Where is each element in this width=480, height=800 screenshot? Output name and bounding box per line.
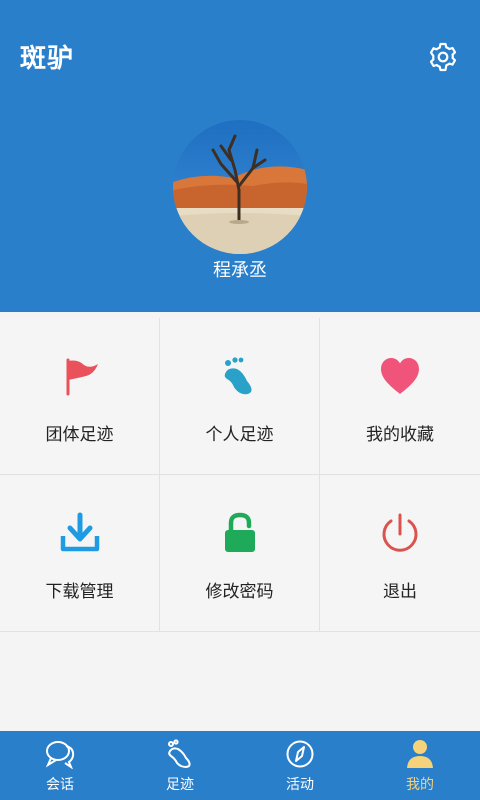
nav-label: 会话	[46, 777, 74, 793]
profile-menu-grid: 团体足迹 个人足迹 我的收藏 下载管理 修改密码 退出	[0, 318, 480, 632]
chat-icon	[44, 738, 76, 770]
avatar[interactable]	[173, 120, 307, 254]
user-icon	[404, 738, 436, 770]
flag-icon	[58, 354, 102, 398]
compass-icon	[284, 738, 316, 770]
menu-downloads[interactable]: 下载管理	[0, 475, 160, 632]
menu-group-footprints[interactable]: 团体足迹	[0, 318, 160, 475]
avatar-photo	[173, 120, 307, 254]
menu-logout[interactable]: 退出	[320, 475, 480, 632]
nav-label: 活动	[286, 777, 314, 793]
power-icon	[378, 511, 422, 555]
lock-icon	[218, 511, 262, 555]
menu-label: 我的收藏	[366, 425, 434, 445]
menu-label: 退出	[383, 582, 417, 602]
nav-tab-mine[interactable]: 我的	[360, 731, 480, 800]
menu-label: 下载管理	[45, 582, 114, 602]
menu-label: 个人足迹	[205, 425, 274, 445]
menu-favorites[interactable]: 我的收藏	[320, 318, 480, 475]
nav-label: 我的	[406, 777, 434, 793]
nav-tab-chat[interactable]: 会话	[0, 731, 120, 800]
bottom-nav: 会话 足迹 活动 我的	[0, 731, 480, 800]
app-logo: 斑驴	[20, 44, 75, 74]
menu-label: 团体足迹	[45, 425, 114, 445]
gear-icon	[429, 42, 457, 72]
settings-button[interactable]	[424, 38, 462, 76]
footprint-nav-icon	[164, 738, 196, 770]
menu-label: 修改密码	[205, 582, 274, 602]
nav-label: 足迹	[166, 777, 194, 793]
footprint-icon	[218, 354, 262, 398]
menu-change-password[interactable]: 修改密码	[160, 475, 320, 632]
nav-tab-activity[interactable]: 活动	[240, 731, 360, 800]
username: 程承丞	[213, 260, 267, 281]
heart-icon	[378, 354, 422, 398]
profile-header: 斑驴 程承丞	[0, 0, 480, 312]
nav-tab-footprints[interactable]: 足迹	[120, 731, 240, 800]
download-icon	[58, 511, 102, 555]
menu-personal-footprints[interactable]: 个人足迹	[160, 318, 320, 475]
